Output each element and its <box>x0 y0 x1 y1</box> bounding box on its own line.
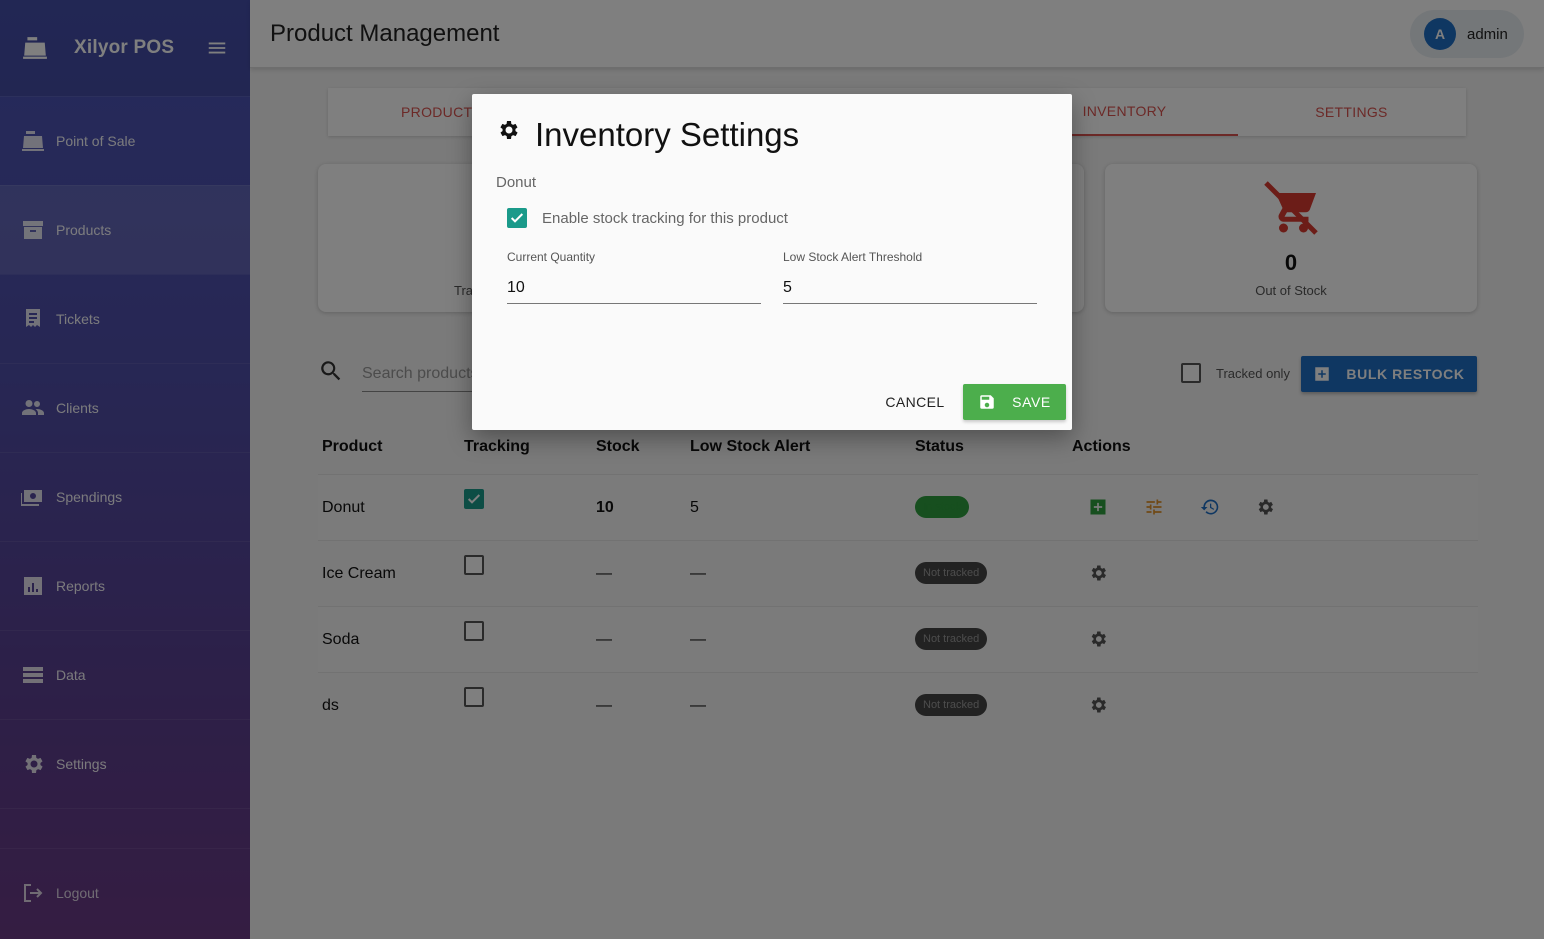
current-quantity-field: Current Quantity <box>507 250 761 304</box>
save-button[interactable]: SAVE <box>963 384 1066 420</box>
low-stock-threshold-label: Low Stock Alert Threshold <box>783 250 923 264</box>
cancel-button[interactable]: CANCEL <box>878 384 952 420</box>
enable-tracking-checkbox[interactable] <box>507 208 527 228</box>
save-label: SAVE <box>1012 394 1051 410</box>
save-icon <box>980 395 994 409</box>
enable-tracking-label: Enable stock tracking for this product <box>542 209 788 227</box>
dialog-title: Inventory Settings <box>496 116 799 154</box>
low-stock-threshold-input[interactable] <box>783 272 1037 304</box>
check-icon <box>510 213 524 223</box>
current-quantity-input[interactable] <box>507 272 761 304</box>
gear-icon <box>500 121 518 139</box>
inventory-settings-dialog: Inventory Settings Donut Enable stock tr… <box>472 94 1072 430</box>
low-stock-threshold-field: Low Stock Alert Threshold <box>783 250 1037 304</box>
current-quantity-label: Current Quantity <box>507 250 596 264</box>
dialog-product-name: Donut <box>496 174 537 191</box>
enable-tracking-option[interactable]: Enable stock tracking for this product <box>507 208 788 228</box>
dialog-title-text: Inventory Settings <box>535 116 800 153</box>
